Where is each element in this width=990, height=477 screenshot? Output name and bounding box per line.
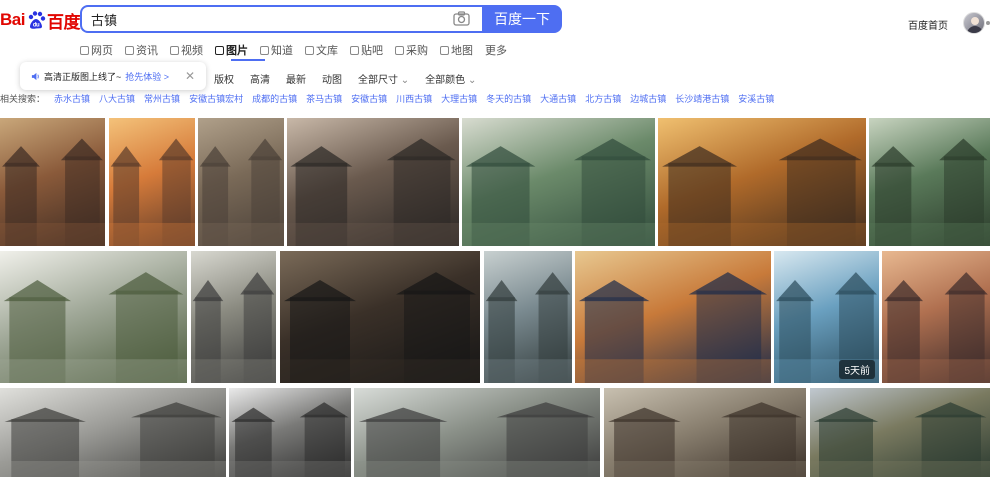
image-result-black-tile-roofs[interactable]: [229, 388, 351, 477]
filter-item[interactable]: 动图: [322, 71, 342, 86]
related-search-link[interactable]: 八大古镇: [99, 92, 135, 105]
tab-4[interactable]: 知道: [260, 42, 293, 58]
logo-text: 百度: [46, 12, 81, 32]
tip-link[interactable]: 抢先体验 >: [125, 70, 169, 83]
image-result-ancient-street-red-lanterns[interactable]: [0, 118, 105, 246]
tab-8[interactable]: 地图: [440, 42, 473, 58]
related-search-link[interactable]: 边城古镇: [630, 92, 666, 105]
search-input[interactable]: [91, 7, 451, 31]
header: Bai du 百度 百度一下 百度首页: [0, 0, 990, 40]
image-result-cliffside-houses[interactable]: [810, 388, 990, 477]
tab-7[interactable]: 采购: [395, 42, 428, 58]
document-icon: [305, 45, 314, 55]
image-result-woman-blue-dress-canal[interactable]: 5天前: [774, 251, 879, 383]
tab-label: 图片: [226, 45, 248, 57]
related-search-link[interactable]: 川西古镇: [396, 92, 432, 105]
map-pin-icon: [440, 45, 449, 55]
related-search-link[interactable]: 安溪古镇: [738, 92, 774, 105]
tab-label: 视频: [181, 45, 203, 57]
image-result-white-wall-village-garden[interactable]: [0, 251, 187, 383]
tab-0[interactable]: 网页: [80, 42, 113, 58]
related-search-link[interactable]: 茶马古镇: [306, 92, 342, 105]
image-result-misty-street[interactable]: [354, 388, 600, 477]
active-tab-underline: [231, 59, 265, 61]
related-search-link[interactable]: 长沙靖港古镇: [675, 92, 729, 105]
image-result-stone-bridge-dusk-reflection[interactable]: [575, 251, 771, 383]
tab-1[interactable]: 资讯: [125, 42, 158, 58]
image-result-canal-houses-sunset[interactable]: [882, 251, 990, 383]
image-result-canal-boat-village[interactable]: [869, 118, 990, 246]
tab-3[interactable]: 图片: [215, 42, 248, 58]
search-button[interactable]: 百度一下: [482, 5, 562, 33]
tab-label: 贴吧: [361, 45, 383, 57]
baidu-home-link[interactable]: 百度首页: [908, 17, 948, 32]
image-result-old-town-rooftops[interactable]: [604, 388, 806, 477]
tab-6[interactable]: 贴吧: [350, 42, 383, 58]
image-result-water-town-bridge[interactable]: [484, 251, 572, 383]
paw-icon: du: [28, 11, 46, 29]
related-search-link[interactable]: 常州古镇: [144, 92, 180, 105]
image-icon: [215, 45, 224, 55]
related-searches: 相关搜索： 赤水古镇 八大古镇 常州古镇 安徽古镇宏村 成都的古镇 茶马古镇 安徽古镇 川西古…: [0, 92, 774, 105]
tab-9[interactable]: 更多: [485, 42, 507, 58]
filter-item[interactable]: 版权: [214, 71, 234, 86]
tab-label: 采购: [406, 45, 428, 57]
close-icon[interactable]: ✕: [185, 69, 195, 83]
image-result-narrow-alley-red-umbrella[interactable]: [191, 251, 276, 383]
news-icon: [125, 45, 134, 55]
tab-2[interactable]: 视频: [170, 42, 203, 58]
image-result-huizhou-white-houses[interactable]: [0, 388, 226, 477]
tab-label: 地图: [451, 45, 473, 57]
image-result-alley-with-lanterns[interactable]: [287, 118, 459, 246]
search-icon: [80, 45, 89, 55]
cart-icon: [395, 45, 404, 55]
logo-bai: Bai: [0, 10, 25, 29]
camera-icon[interactable]: [453, 11, 470, 26]
tab-label: 资讯: [136, 45, 158, 57]
related-search-link[interactable]: 冬天的古镇: [486, 92, 531, 105]
related-search-link[interactable]: 赤水古镇: [54, 92, 90, 105]
tip-text: 高清正版图上线了~: [44, 71, 122, 82]
more-dot[interactable]: [986, 21, 990, 25]
forum-icon: [350, 45, 359, 55]
svg-text:du: du: [33, 23, 40, 29]
filter-bar: 版权 高清 最新 动图 全部尺寸 全部颜色: [214, 71, 476, 86]
search-box: [80, 5, 482, 33]
related-search-link[interactable]: 安徽古镇: [351, 92, 387, 105]
related-search-link[interactable]: 大通古镇: [540, 92, 576, 105]
filter-item[interactable]: 最新: [286, 71, 306, 86]
filter-item[interactable]: 全部尺寸: [358, 71, 409, 86]
related-search-link[interactable]: 成都的古镇: [252, 92, 297, 105]
speaker-icon: [31, 72, 39, 80]
filter-item[interactable]: 全部颜色: [425, 71, 476, 86]
question-icon: [260, 45, 269, 55]
hd-promo-tooltip: 高清正版图上线了~ 抢先体验 > ✕: [20, 62, 206, 90]
image-result-riverside-stilt-houses[interactable]: [462, 118, 655, 246]
avatar[interactable]: [963, 12, 985, 34]
tab-label: 网页: [91, 45, 113, 57]
tab-label: 文库: [316, 45, 338, 57]
related-search-link[interactable]: 大理古镇: [441, 92, 477, 105]
image-result-gate-night-street[interactable]: [658, 118, 866, 246]
tab-label: 知道: [271, 45, 293, 57]
time-badge: 5天前: [839, 360, 875, 379]
nav-tabs: 网页 资讯 视频 图片 知道 文库 贴吧 采购 地图 更多: [80, 42, 507, 58]
image-result-dark-lantern-street[interactable]: [280, 251, 480, 383]
video-icon: [170, 45, 179, 55]
related-search-link[interactable]: 北方古镇: [585, 92, 621, 105]
tab-label: 更多: [485, 45, 507, 57]
baidu-logo[interactable]: Bai du 百度: [0, 6, 80, 34]
filter-item[interactable]: 高清: [250, 71, 270, 86]
image-result-sunset-old-town[interactable]: [109, 118, 195, 246]
image-result-wet-stone-alley[interactable]: [198, 118, 284, 246]
related-search-link[interactable]: 安徽古镇宏村: [189, 92, 243, 105]
tab-5[interactable]: 文库: [305, 42, 338, 58]
related-label: 相关搜索：: [0, 94, 46, 104]
